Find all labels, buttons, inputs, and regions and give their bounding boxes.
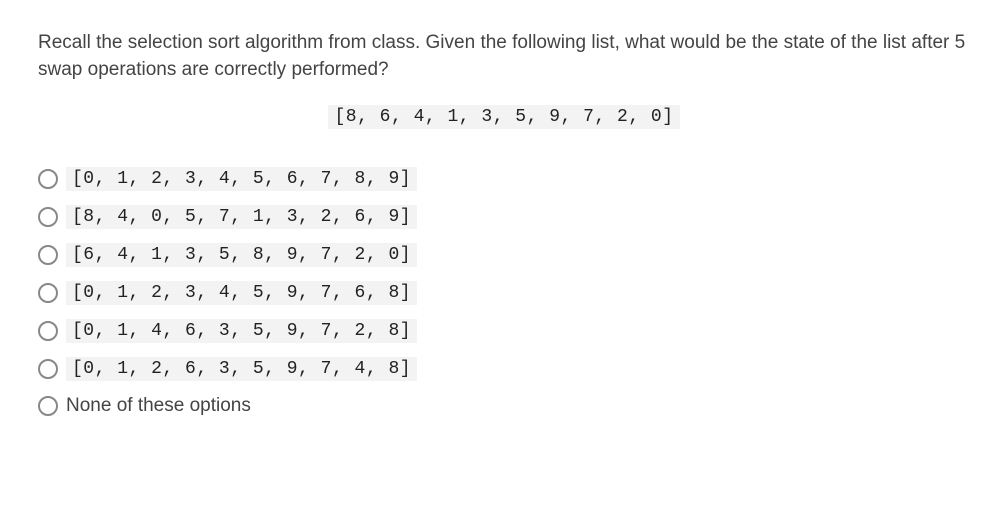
option-code: [0, 1, 2, 6, 3, 5, 9, 7, 4, 8] <box>66 357 417 381</box>
option-code: [8, 4, 0, 5, 7, 1, 3, 2, 6, 9] <box>66 205 417 229</box>
radio-icon[interactable] <box>38 396 58 416</box>
option-row[interactable]: [8, 4, 0, 5, 7, 1, 3, 2, 6, 9] <box>38 205 970 229</box>
option-row[interactable]: [6, 4, 1, 3, 5, 8, 9, 7, 2, 0] <box>38 243 970 267</box>
options-list: [0, 1, 2, 3, 4, 5, 6, 7, 8, 9] [8, 4, 0,… <box>38 167 970 417</box>
radio-icon[interactable] <box>38 245 58 265</box>
radio-icon[interactable] <box>38 359 58 379</box>
option-row[interactable]: [0, 1, 4, 6, 3, 5, 9, 7, 2, 8] <box>38 319 970 343</box>
radio-icon[interactable] <box>38 169 58 189</box>
option-code: [6, 4, 1, 3, 5, 8, 9, 7, 2, 0] <box>66 243 417 267</box>
option-row[interactable]: [0, 1, 2, 3, 4, 5, 6, 7, 8, 9] <box>38 167 970 191</box>
option-code: [0, 1, 4, 6, 3, 5, 9, 7, 2, 8] <box>66 319 417 343</box>
option-row[interactable]: None of these options <box>38 395 970 417</box>
given-list-container: [8, 6, 4, 1, 3, 5, 9, 7, 2, 0] <box>38 105 970 129</box>
option-row[interactable]: [0, 1, 2, 3, 4, 5, 9, 7, 6, 8] <box>38 281 970 305</box>
radio-icon[interactable] <box>38 207 58 227</box>
option-row[interactable]: [0, 1, 2, 6, 3, 5, 9, 7, 4, 8] <box>38 357 970 381</box>
option-code: [0, 1, 2, 3, 4, 5, 9, 7, 6, 8] <box>66 281 417 305</box>
question-text: Recall the selection sort algorithm from… <box>38 30 970 83</box>
option-code: [0, 1, 2, 3, 4, 5, 6, 7, 8, 9] <box>66 167 417 191</box>
radio-icon[interactable] <box>38 283 58 303</box>
option-text: None of these options <box>66 395 251 417</box>
radio-icon[interactable] <box>38 321 58 341</box>
given-list-code: [8, 6, 4, 1, 3, 5, 9, 7, 2, 0] <box>328 105 679 129</box>
